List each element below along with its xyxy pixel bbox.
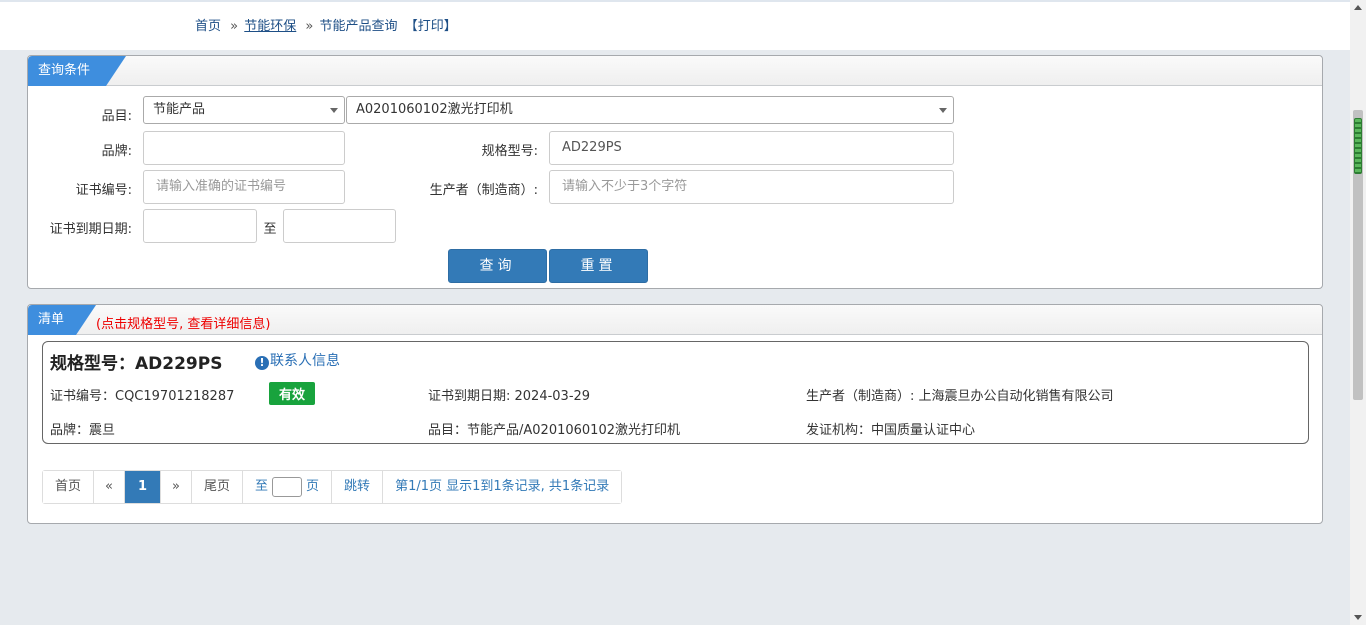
list-panel-note: (点击规格型号, 查看详细信息) [96, 317, 271, 332]
expiry-to-label: 至 [263, 222, 277, 237]
scroll-up-icon[interactable] [1354, 5, 1362, 10]
breadcrumb: 首页 » 节能环保 » 节能产品查询 【打印】 [195, 15, 460, 34]
breadcrumb-separator: » [230, 19, 239, 34]
expiry-label: 证书到期日期: [49, 222, 132, 237]
last-page-button[interactable]: 尾页 [192, 471, 244, 503]
breadcrumb-separator: » [305, 19, 314, 34]
page-number-input[interactable] [272, 476, 303, 497]
goto-page-group: 至页 [243, 471, 333, 503]
page-unit-label: 页 [306, 479, 320, 494]
goto-label: 至 [255, 479, 269, 494]
print-link[interactable]: 【打印】 [405, 19, 457, 34]
chevron-down-icon [330, 108, 338, 113]
category-path: 品目：节能产品/A0201060102激光打印机 [428, 423, 680, 438]
jump-button[interactable]: 跳转 [332, 471, 384, 503]
model-label: 规格型号: [481, 144, 538, 159]
expiry-end-input[interactable] [283, 209, 396, 243]
subcategory-select-value: A0201060102激光打印机 [356, 102, 513, 117]
maker-name: 生产者（制造商）: 上海震旦办公自动化销售有限公司 [806, 389, 1114, 404]
brand-label: 品牌: [101, 144, 132, 159]
category-label: 品目: [101, 109, 132, 124]
prev-page-button[interactable]: « [94, 471, 125, 503]
page-1-button[interactable]: 1 [124, 471, 162, 503]
search-button[interactable]: 查询 [448, 249, 547, 283]
cert-number: 证书编号：CQC19701218287 [50, 389, 235, 404]
query-panel-header: 查询条件 [28, 56, 1322, 86]
list-panel-title: 清单 [28, 305, 96, 335]
contact-info-label: 联系人信息 [270, 353, 340, 369]
maker-label: 生产者（制造商）: [429, 183, 538, 198]
brand-name: 品牌：震旦 [50, 423, 116, 438]
cert-input[interactable]: 请输入准确的证书编号 [143, 170, 345, 204]
scroll-grip-icon [1354, 118, 1362, 174]
model-heading-link[interactable]: 规格型号：AD229PS [50, 349, 222, 374]
breadcrumb-energy-env[interactable]: 节能环保 [244, 19, 296, 34]
chevron-down-icon [939, 108, 947, 113]
query-panel: 查询条件 品目: 节能产品 A0201060102激光打印机 品牌: 规格型号:… [27, 55, 1323, 289]
brand-input[interactable] [143, 131, 345, 165]
expiry-start-input[interactable] [143, 209, 257, 243]
category-select[interactable]: 节能产品 [143, 96, 345, 124]
expiry-date: 证书到期日期: 2024-03-29 [428, 389, 591, 404]
pagination: 首页 « 1 » 尾页 至页 跳转 第1/1页 显示1到1条记录, 共1条记录 [42, 470, 623, 504]
list-panel: 清单 (点击规格型号, 查看详细信息) 规格型号：AD229PS ! 联系人信息 … [27, 304, 1323, 524]
next-page-button[interactable]: » [161, 471, 192, 503]
maker-input[interactable]: 请输入不少于3个字符 [549, 170, 954, 204]
cert-label: 证书编号: [75, 183, 132, 198]
issuer-name: 发证机构：中国质量认证中心 [806, 423, 976, 438]
query-panel-title: 查询条件 [28, 56, 126, 86]
contact-info-link[interactable]: ! 联系人信息 [255, 350, 340, 370]
info-icon: ! [255, 356, 269, 370]
vertical-scrollbar[interactable] [1350, 0, 1366, 625]
subcategory-select[interactable]: A0201060102激光打印机 [346, 96, 954, 124]
first-page-button[interactable]: 首页 [43, 471, 95, 503]
result-card: 规格型号：AD229PS ! 联系人信息 证书编号：CQC19701218287 … [42, 341, 1309, 444]
reset-button[interactable]: 重置 [549, 249, 648, 283]
status-badge: 有效 [269, 382, 316, 405]
scroll-down-icon[interactable] [1354, 615, 1362, 620]
category-select-value: 节能产品 [153, 102, 206, 117]
model-input[interactable]: AD229PS [549, 131, 954, 165]
breadcrumb-current: 节能产品查询 [319, 19, 398, 34]
page-summary: 第1/1页 显示1到1条记录, 共1条记录 [383, 471, 622, 503]
list-panel-header: 清单 (点击规格型号, 查看详细信息) [28, 305, 1322, 335]
top-bar: 首页 » 节能环保 » 节能产品查询 【打印】 [0, 0, 1350, 50]
breadcrumb-home[interactable]: 首页 [195, 19, 221, 34]
scroll-thumb[interactable] [1353, 110, 1363, 400]
